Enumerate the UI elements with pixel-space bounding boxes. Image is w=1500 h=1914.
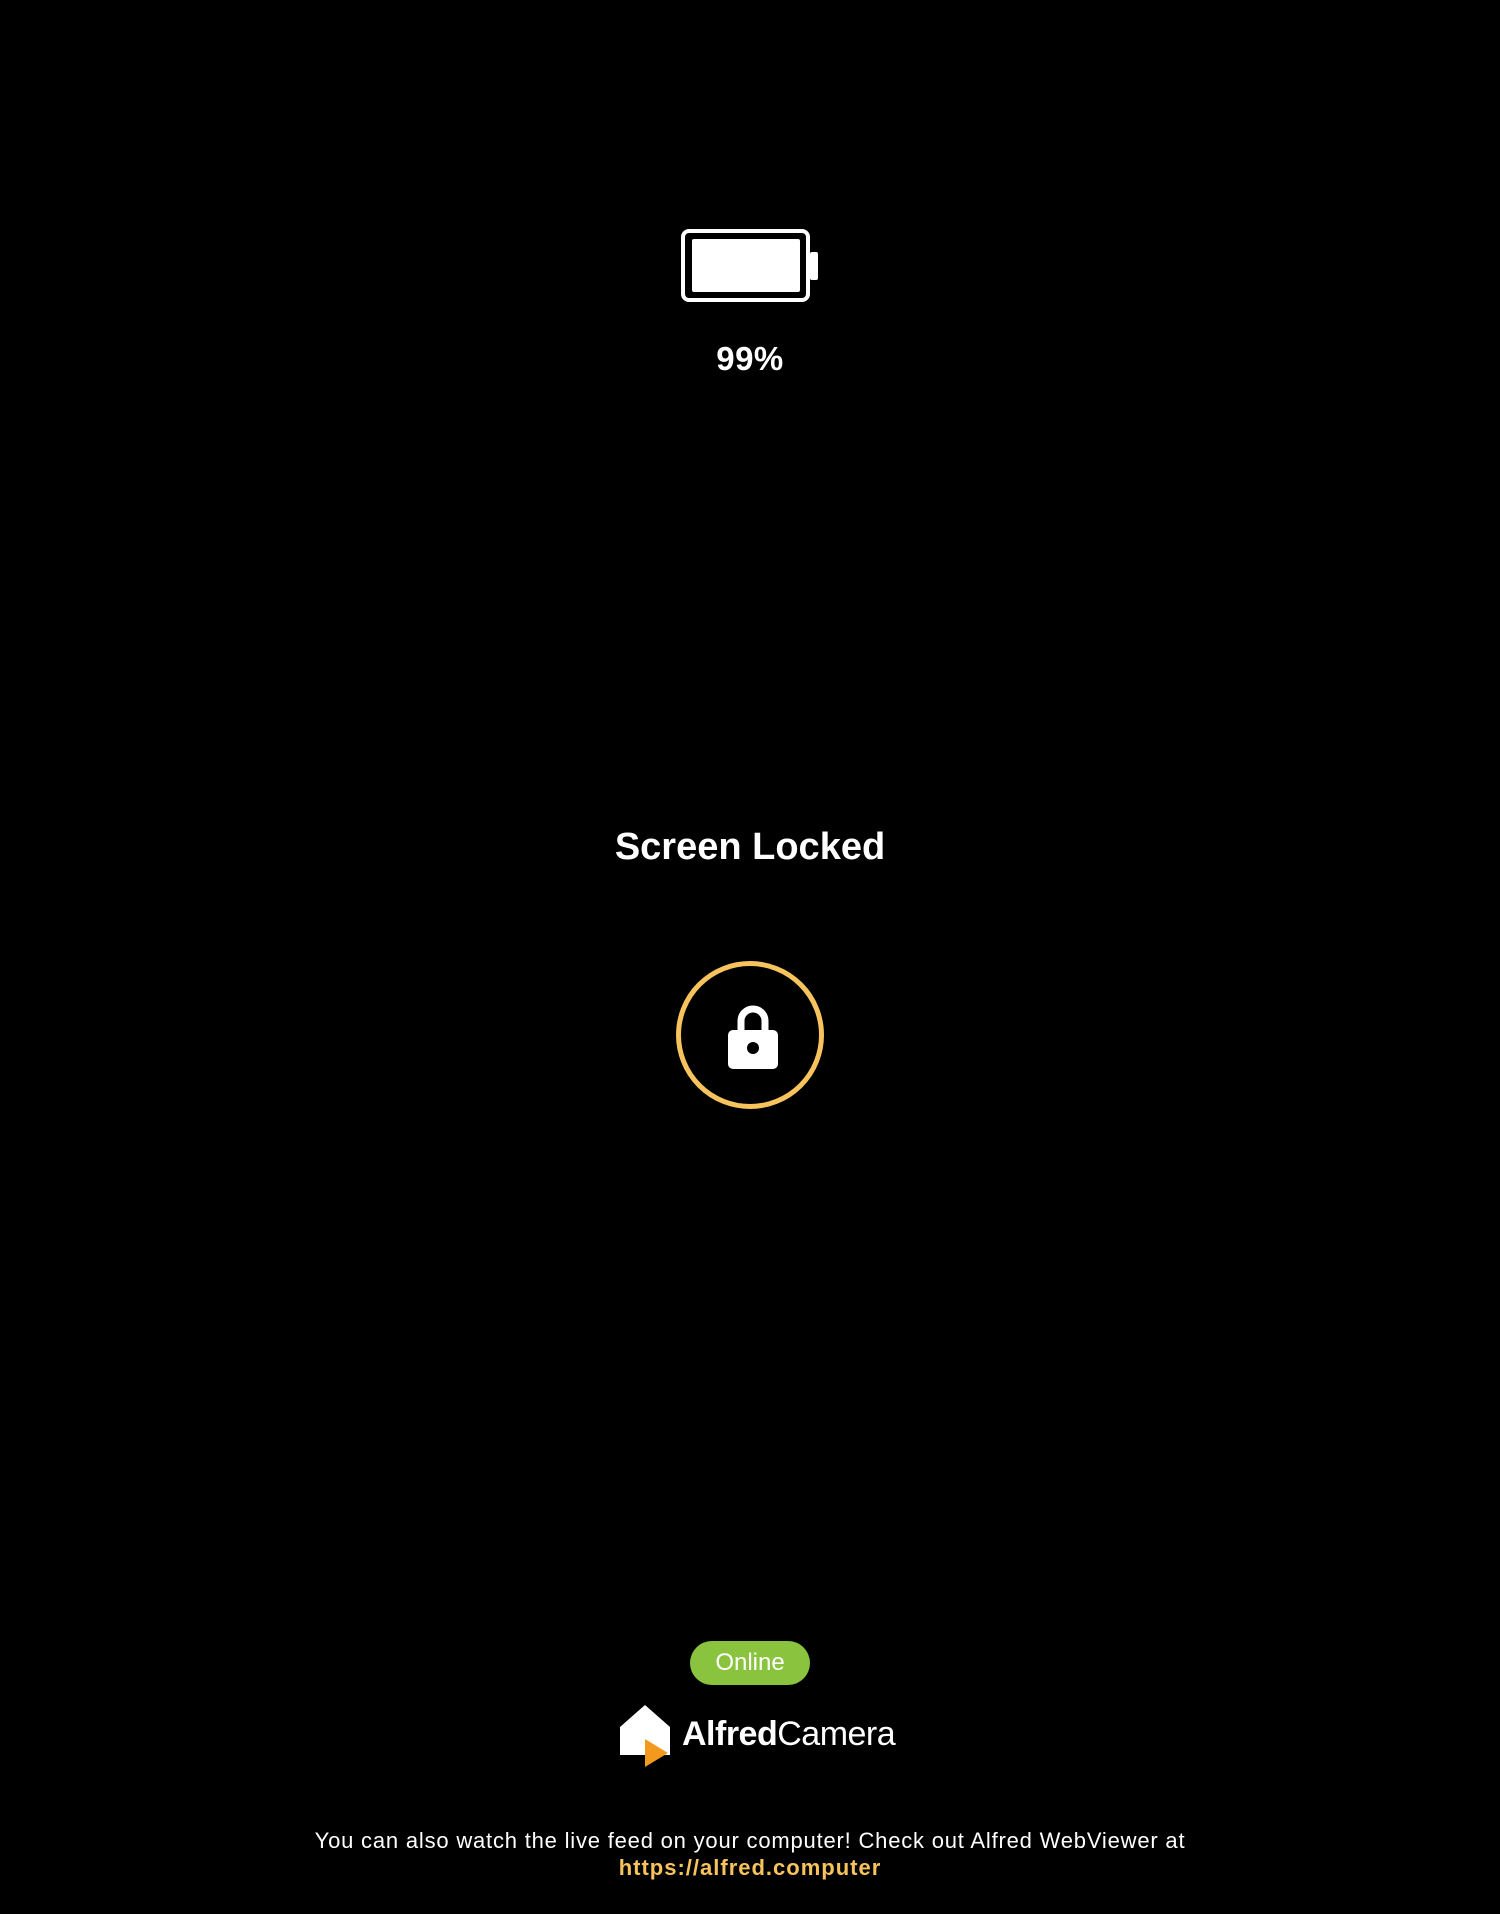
battery-percentage: 99% bbox=[716, 340, 784, 377]
alfred-house-logo bbox=[620, 1705, 670, 1767]
brand-name-alfred: Alfred bbox=[682, 1715, 778, 1753]
unlock-button[interactable] bbox=[676, 961, 824, 1109]
lock-icon bbox=[728, 1005, 778, 1069]
screen-locked-title: Screen Locked bbox=[614, 826, 886, 868]
battery-indicator bbox=[680, 228, 820, 304]
footer-text: You can also watch the live feed on your… bbox=[314, 1828, 1186, 1853]
brand-name-camera: Camera bbox=[777, 1715, 896, 1753]
webviewer-link[interactable]: https://alfred.computer bbox=[0, 1854, 1500, 1881]
alfred-camera-brand: AlfredCamera bbox=[618, 1705, 918, 1769]
brand-name: AlfredCamera bbox=[682, 1715, 896, 1754]
status-badge: Online bbox=[690, 1641, 810, 1685]
battery-full-icon bbox=[681, 229, 818, 302]
footer-message: You can also watch the live feed on your… bbox=[0, 1827, 1500, 1881]
